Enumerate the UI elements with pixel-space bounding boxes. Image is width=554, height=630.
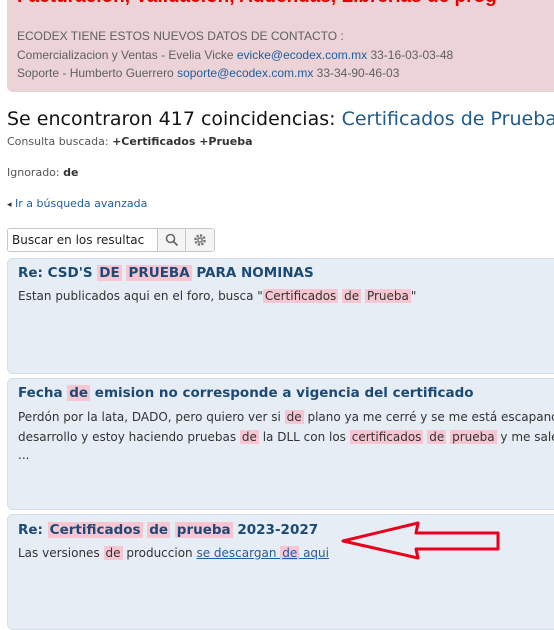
snippet-text: produccion: [122, 546, 197, 560]
query-value: +Certificados +Prueba: [112, 135, 253, 148]
highlight: de: [239, 430, 259, 444]
sales-email-link[interactable]: evicke@ecodex.com.mx: [237, 48, 367, 62]
gear-icon: [194, 234, 206, 246]
highlight: de: [284, 410, 304, 424]
highlight: Certificados: [47, 522, 143, 538]
result-snippet: Las versiones de produccion se descargan…: [18, 543, 329, 563]
result-title-link[interactable]: Fecha de emision no corresponde a vigenc…: [18, 385, 474, 401]
highlight: de: [103, 546, 123, 560]
result-snippet: Perdón por la lata, DADO, pero quiero ve…: [18, 407, 554, 427]
result-title-text: Re:: [18, 522, 48, 538]
result-title-link[interactable]: Re: Certificados de prueba 2023-2027: [18, 522, 318, 538]
snippet-text: Las versiones: [18, 546, 104, 560]
result-title-text: emision no corresponde a vigencia del ce…: [90, 385, 474, 401]
sales-contact: Comercializacion y Ventas - Evelia Vicke: [17, 48, 237, 62]
contact-notice: Facturacion, Validacion, Addendas, Libre…: [7, 0, 554, 92]
results-heading: Se encontraron 417 coincidencias: Certif…: [7, 108, 554, 130]
search-button[interactable]: [157, 229, 186, 251]
snippet-text: ": [410, 289, 417, 303]
result-title-link[interactable]: Re: CSD'S DE PRUEBA PARA NOMINAS: [18, 265, 314, 281]
link-text: se descargan: [196, 546, 281, 560]
query-label: Consulta buscada:: [7, 135, 113, 148]
red-arrow-annotation: [341, 521, 500, 560]
result-title-text: 2023-2027: [232, 522, 319, 538]
support-contact: Soporte - Humberto Guerrero: [17, 66, 178, 80]
snippet-ellipsis: ...: [18, 448, 30, 462]
snippet-text: desarrollo y estoy haciendo pruebas: [18, 430, 240, 444]
query-info: Consulta buscada: +Certificados +Prueba: [7, 135, 253, 148]
result-item: Fecha de emision no corresponde a vigenc…: [7, 378, 554, 510]
support-email-link[interactable]: soporte@ecodex.com.mx: [177, 66, 313, 80]
snippet-text: la DLL con los: [258, 430, 350, 444]
snippet-text: y me sale el: [500, 430, 554, 444]
notice-line-1: ECODEX TIENE ESTOS NUEVOS DATOS DE CONTA…: [17, 29, 344, 43]
search-within-results: [7, 228, 215, 252]
support-phone: 33-34-90-46-03: [313, 66, 400, 80]
highlight: Prueba: [364, 289, 411, 303]
advanced-search-link[interactable]: ◂ Ir a búsqueda avanzada: [7, 197, 147, 210]
result-title-text: Fecha: [18, 385, 68, 401]
highlight: de: [427, 430, 447, 444]
highlight: de: [342, 289, 362, 303]
ignored-value: de: [63, 166, 79, 179]
snippet-text: Estan publicados aqui en el foro, busca …: [18, 289, 263, 303]
result-snippet: Estan publicados aqui en el foro, busca …: [18, 286, 416, 306]
notice-line-3: Soporte - Humberto Guerrero soporte@ecod…: [17, 66, 399, 80]
search-input[interactable]: [8, 229, 154, 251]
results-count: Se encontraron 417 coincidencias:: [7, 108, 342, 130]
chevron-left-icon: ◂: [7, 200, 12, 210]
result-title-text: Re: CSD'S: [18, 265, 98, 281]
search-icon: [165, 233, 179, 247]
snippet-text: plano ya me cerré y se me está escapando…: [303, 410, 554, 424]
highlight: PRUEBA: [126, 265, 192, 281]
search-term: Certificados de Prueba: [341, 108, 554, 130]
highlight: certificados: [349, 430, 424, 444]
highlight: prueba: [174, 522, 233, 538]
advanced-search-label: Ir a búsqueda avanzada: [15, 197, 148, 210]
result-item: Re: CSD'S DE PRUEBA PARA NOMINAS Estan p…: [7, 258, 554, 374]
notice-line-2: Comercializacion y Ventas - Evelia Vicke…: [17, 48, 453, 62]
ignored-label: Ignorado:: [7, 166, 64, 179]
highlight: de: [147, 522, 171, 538]
sales-phone: 33-16-03-03-48: [367, 48, 454, 62]
highlight: de: [280, 546, 300, 560]
download-link[interactable]: se descargan de aqui: [196, 546, 329, 560]
result-snippet: desarrollo y estoy haciendo pruebas de l…: [18, 427, 554, 447]
highlight: de: [67, 385, 91, 401]
ignored-info: Ignorado: de: [7, 166, 78, 179]
highlight: prueba: [450, 430, 497, 444]
notice-title: Facturacion, Validacion, Addendas, Libre…: [17, 0, 497, 8]
highlight: Certificados: [262, 289, 339, 303]
search-options-button[interactable]: [185, 229, 214, 251]
highlight: DE: [97, 265, 122, 281]
link-text: aqui: [299, 546, 329, 560]
snippet-text: Perdón por la lata, DADO, pero quiero ve…: [18, 410, 285, 424]
result-title-text: PARA NOMINAS: [191, 265, 314, 281]
